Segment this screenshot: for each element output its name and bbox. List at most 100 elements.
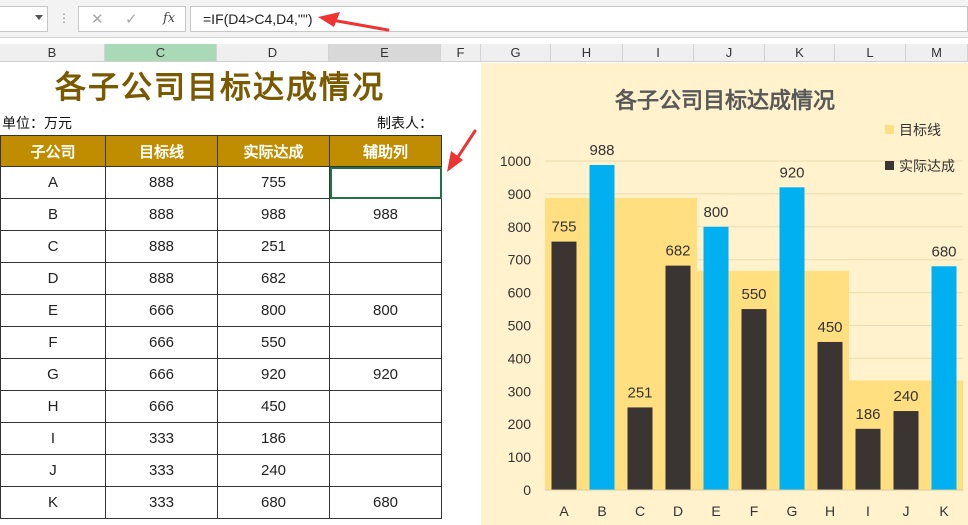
cell-target[interactable]: 666: [105, 294, 218, 327]
col-header-j[interactable]: J: [694, 44, 765, 62]
col-header-e[interactable]: E: [329, 44, 441, 62]
y-tick-label: 1000: [500, 153, 531, 169]
x-tick-label: E: [711, 503, 720, 519]
col-header-g[interactable]: G: [481, 44, 551, 62]
actual-bar: [741, 309, 767, 490]
cell-actual[interactable]: 186: [217, 422, 330, 455]
cell-target[interactable]: 888: [105, 198, 218, 231]
col-header-f[interactable]: F: [441, 44, 481, 62]
x-tick-label: F: [750, 503, 759, 519]
cell-subsidiary[interactable]: A: [0, 166, 106, 199]
cell-target[interactable]: 666: [105, 390, 218, 423]
cell-target[interactable]: 888: [105, 166, 218, 199]
cell-subsidiary[interactable]: G: [0, 358, 106, 391]
col-header-b[interactable]: B: [0, 44, 105, 62]
cell-target[interactable]: 333: [105, 422, 218, 455]
bar-chart[interactable]: 0 100 200 300 400 500 600 700 800 900 1000 755 988 25…: [481, 63, 968, 525]
cell-helper[interactable]: [329, 390, 442, 423]
col-header-h[interactable]: H: [551, 44, 623, 62]
cell-actual[interactable]: 450: [217, 390, 330, 423]
cell-target[interactable]: 333: [105, 454, 218, 487]
data-label: 450: [817, 319, 842, 336]
cell-subsidiary[interactable]: D: [0, 262, 106, 295]
cell-target[interactable]: 888: [105, 262, 218, 295]
cell-target[interactable]: 333: [105, 486, 218, 519]
cell-subsidiary[interactable]: E: [0, 294, 106, 327]
highlight-bar: [703, 226, 729, 491]
cell-actual[interactable]: 550: [217, 326, 330, 359]
x-tick-label: D: [673, 503, 683, 519]
data-label: 186: [855, 406, 880, 423]
cell-subsidiary[interactable]: J: [0, 454, 106, 487]
cell-helper[interactable]: [329, 454, 442, 487]
col-header-k[interactable]: K: [765, 44, 835, 62]
cell-actual[interactable]: 680: [217, 486, 330, 519]
col-header-i[interactable]: I: [623, 44, 694, 62]
data-table: 子公司 目标线 实际达成 辅助列 A 888 755 B 888 988 988 C 888 25…: [0, 135, 442, 519]
cell-actual[interactable]: 682: [217, 262, 330, 295]
cell-subsidiary[interactable]: C: [0, 230, 106, 263]
actual-bar: [893, 411, 919, 490]
cell-subsidiary[interactable]: F: [0, 326, 106, 359]
cell-helper[interactable]: [329, 262, 442, 295]
cell-helper[interactable]: [329, 326, 442, 359]
highlight-bar: [931, 266, 957, 490]
col-header-m[interactable]: M: [906, 44, 968, 62]
header-target[interactable]: 目标线: [105, 135, 218, 167]
cell-helper[interactable]: 988: [329, 198, 442, 231]
x-tick-label: G: [787, 503, 798, 519]
sheet-title[interactable]: 各子公司目标达成情况: [0, 66, 440, 110]
y-tick-label: 300: [508, 383, 532, 399]
x-tick-label: K: [939, 503, 949, 519]
cell-actual[interactable]: 251: [217, 230, 330, 263]
cell-helper[interactable]: [329, 230, 442, 263]
col-header-l[interactable]: L: [835, 44, 906, 62]
data-label: 680: [931, 243, 956, 260]
unit-label[interactable]: 单位：万元: [2, 115, 72, 133]
y-tick-label: 800: [508, 219, 532, 235]
y-tick-label: 900: [508, 186, 532, 202]
cell-actual[interactable]: 920: [217, 358, 330, 391]
cell-subsidiary[interactable]: H: [0, 390, 106, 423]
cell-helper[interactable]: [329, 166, 442, 199]
legend-swatch-actual: [885, 161, 894, 170]
name-box[interactable]: [0, 6, 48, 32]
col-header-c[interactable]: C: [105, 44, 217, 62]
table-row: J 333 240: [0, 454, 442, 487]
cell-helper[interactable]: 800: [329, 294, 442, 327]
cell-target[interactable]: 888: [105, 230, 218, 263]
cell-subsidiary[interactable]: I: [0, 422, 106, 455]
chevron-down-icon[interactable]: [35, 15, 43, 20]
x-tick-label: I: [866, 503, 870, 519]
cell-actual[interactable]: 755: [217, 166, 330, 199]
data-label: 988: [589, 142, 614, 159]
check-icon[interactable]: ✓: [125, 10, 138, 28]
cell-helper[interactable]: [329, 422, 442, 455]
header-subsidiary[interactable]: 子公司: [0, 135, 106, 167]
cell-helper[interactable]: 920: [329, 358, 442, 391]
cell-actual[interactable]: 800: [217, 294, 330, 327]
maker-label[interactable]: 制表人：: [377, 115, 433, 133]
actual-bar: [855, 428, 881, 490]
chart-area[interactable]: 0 100 200 300 400 500 600 700 800 900 1000 755 988 25…: [481, 63, 968, 525]
x-tick-label: B: [597, 503, 606, 519]
cell-subsidiary[interactable]: B: [0, 198, 106, 231]
y-tick-label: 400: [508, 350, 532, 366]
formula-input[interactable]: =IF(D4>C4,D4,""): [190, 6, 968, 32]
x-tick-label: J: [903, 503, 910, 519]
highlight-bar: [779, 187, 805, 490]
col-header-d[interactable]: D: [217, 44, 329, 62]
cancel-icon[interactable]: ✕: [91, 10, 104, 28]
y-tick-label: 700: [508, 252, 532, 268]
cell-target[interactable]: 666: [105, 358, 218, 391]
fx-icon[interactable]: fx: [163, 11, 175, 26]
cell-helper[interactable]: 680: [329, 486, 442, 519]
cell-subsidiary[interactable]: K: [0, 486, 106, 519]
cell-actual[interactable]: 988: [217, 198, 330, 231]
table-row: G 666 920 920: [0, 358, 442, 391]
cell-target[interactable]: 666: [105, 326, 218, 359]
cell-actual[interactable]: 240: [217, 454, 330, 487]
header-helper[interactable]: 辅助列: [329, 135, 442, 167]
header-actual[interactable]: 实际达成: [217, 135, 330, 167]
arrow-to-cell-icon: [447, 129, 477, 172]
